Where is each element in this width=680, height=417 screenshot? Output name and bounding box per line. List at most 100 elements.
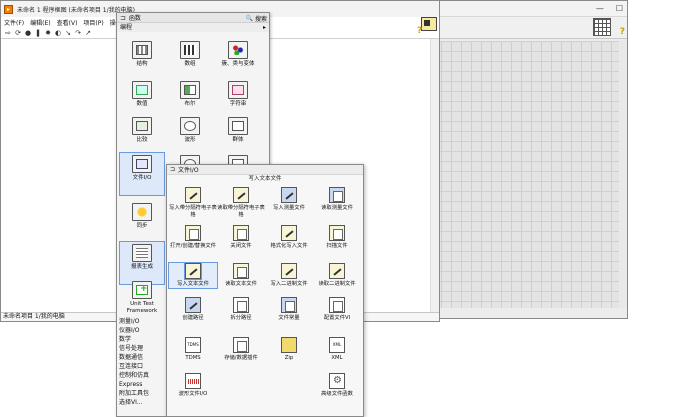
retain-wire-icon[interactable]: ◐ [54,29,62,37]
palette-item-label: 簇、类与变体 [221,61,255,67]
item-label: 读取带分隔符电子表格 [217,205,265,218]
pin-icon[interactable]: ⊐ [170,166,175,173]
item-file-constant[interactable]: 文件常量 [265,297,313,322]
palette-item-label: 文件I/O [132,175,152,181]
build-path-icon [185,297,201,313]
file-io-palette[interactable]: ⊐ 文件I/O 写入文本文件 写入带分隔符电子表格 读取带分隔符电子表格 写入测… [166,164,364,417]
palette-item-structures[interactable]: 结构 [119,41,165,68]
item-format-write[interactable]: 格式化写入文件 [265,225,313,250]
read-measurement-icon [329,187,345,203]
item-build-path[interactable]: 创建路径 [169,297,217,322]
highlight-icon[interactable]: ✹ [44,29,52,37]
item-strip-path[interactable]: 拆分路径 [217,297,265,322]
tdms-icon [185,337,201,353]
item-storage[interactable]: 存储/数据插件 [217,337,265,362]
pin-icon[interactable]: ⊐ [120,14,126,22]
maximize-icon[interactable]: ☐ [616,4,623,13]
item-label: 打开/创建/替换文件 [170,243,216,249]
search-button[interactable]: 🔍 搜索 [246,14,268,23]
palette-item-label: 数组 [184,61,196,67]
palette-item-report[interactable]: 报表生成 [119,241,165,285]
format-write-icon [281,225,297,241]
item-label: 写入文本文件 [177,281,209,287]
palette-item-group[interactable]: 群体 [215,117,261,144]
item-read-binary[interactable]: 读取二进制文件 [313,263,361,288]
item-write-delimited[interactable]: 写入带分隔符电子表格 [169,187,217,219]
item-write-measurement[interactable]: 写入测量文件 [265,187,313,212]
item-label: 波形文件I/O [178,391,208,397]
palette-item-numeric[interactable]: 数值 [119,81,165,108]
run-icon[interactable]: ⇨ [4,29,12,37]
item-label: XML [331,355,343,361]
advanced-file-icon [329,373,345,389]
palette-item-label: 比较 [136,137,148,143]
item-scan-file[interactable]: 扫描文件 [313,225,361,250]
category-programming[interactable]: 编程 ▸ [117,23,269,32]
palette-item-sync[interactable]: 同步 [119,203,165,230]
close-file-icon [233,225,249,241]
palette-item-label: 报表生成 [130,264,153,270]
item-advanced-file[interactable]: 高级文件函数 [313,373,361,398]
item-open-file[interactable]: 打开/创建/替换文件 [169,225,217,250]
palette-item-waveform[interactable]: 波形 [167,117,213,144]
palette-item-array[interactable]: 数组 [167,41,213,68]
help-icon[interactable]: ? [620,27,625,37]
abort-icon[interactable]: ● [24,29,32,37]
item-xml[interactable]: XML [313,337,361,362]
item-label: 写入二进制文件 [270,281,308,287]
step-into-icon[interactable]: ↘ [64,29,72,37]
palette-item-label: 波形 [184,137,196,143]
palette-item-file-io[interactable]: 文件I/O [119,152,165,196]
item-waveform-file[interactable]: 波形文件I/O [169,373,217,398]
pause-icon[interactable]: ❚ [34,29,42,37]
front-panel-scrollbar[interactable] [619,41,627,308]
item-close-file[interactable]: 关闭文件 [217,225,265,250]
palette-item-cluster[interactable]: 簇、类与变体 [215,41,261,68]
subpalette-header[interactable]: ⊐ 文件I/O [167,165,363,175]
write-text-icon [185,263,201,279]
item-write-binary[interactable]: 写入二进制文件 [265,263,313,288]
item-zip[interactable]: Zip [265,337,313,362]
menu-view[interactable]: 查看(V) [57,18,78,27]
category-label: 编程 [120,24,133,31]
block-diagram-scrollbar[interactable] [430,39,439,312]
vi-icon[interactable] [421,17,437,31]
front-panel-canvas[interactable] [431,41,619,308]
step-out-icon[interactable]: ↗ [84,29,92,37]
scan-file-icon [329,225,345,241]
storage-icon [233,337,249,353]
palette-item-string[interactable]: 字符串 [215,81,261,108]
item-read-measurement[interactable]: 读取测量文件 [313,187,361,212]
palette-item-unit-test[interactable]: Unit Test Framework [119,281,165,315]
palette-item-comparison[interactable]: 比较 [119,117,165,144]
comparison-icon [132,117,152,135]
numeric-icon [132,81,152,99]
menu-file[interactable]: 文件(F) [4,18,24,27]
menu-edit[interactable]: 编辑(E) [30,18,50,27]
cluster-icon [228,41,248,59]
palette-header[interactable]: ⊐ 函数 🔍 搜索 [117,13,269,23]
grid-icon[interactable] [593,18,611,36]
item-read-delimited[interactable]: 读取带分隔符电子表格 [217,187,265,219]
sync-icon [132,203,152,221]
menu-project[interactable]: 项目(P) [83,18,103,27]
structures-icon [132,41,152,59]
palette-item-label: 同步 [136,223,148,229]
item-write-text[interactable]: 写入文本文件 [168,262,218,289]
step-over-icon[interactable]: ↷ [74,29,82,37]
item-tdms[interactable]: TDMS [169,337,217,362]
read-text-icon [233,263,249,279]
item-read-text[interactable]: 读取文本文件 [217,263,265,288]
palette-item-label: 结构 [136,61,148,67]
palette-item-boolean[interactable]: 布尔 [167,81,213,108]
minimize-icon[interactable]: — [596,4,604,13]
context-help-icon[interactable]: ? [417,26,422,36]
item-config-file[interactable]: 配置文件VI [313,297,361,322]
item-label: 扫描文件 [326,243,348,249]
read-binary-icon [329,263,345,279]
waveform-icon [180,117,200,135]
array-icon [180,41,200,59]
palette-item-label: Unit Test Framework [126,301,158,314]
palette-title: 函数 [128,15,141,22]
run-continuously-icon[interactable]: ⟳ [14,29,22,37]
